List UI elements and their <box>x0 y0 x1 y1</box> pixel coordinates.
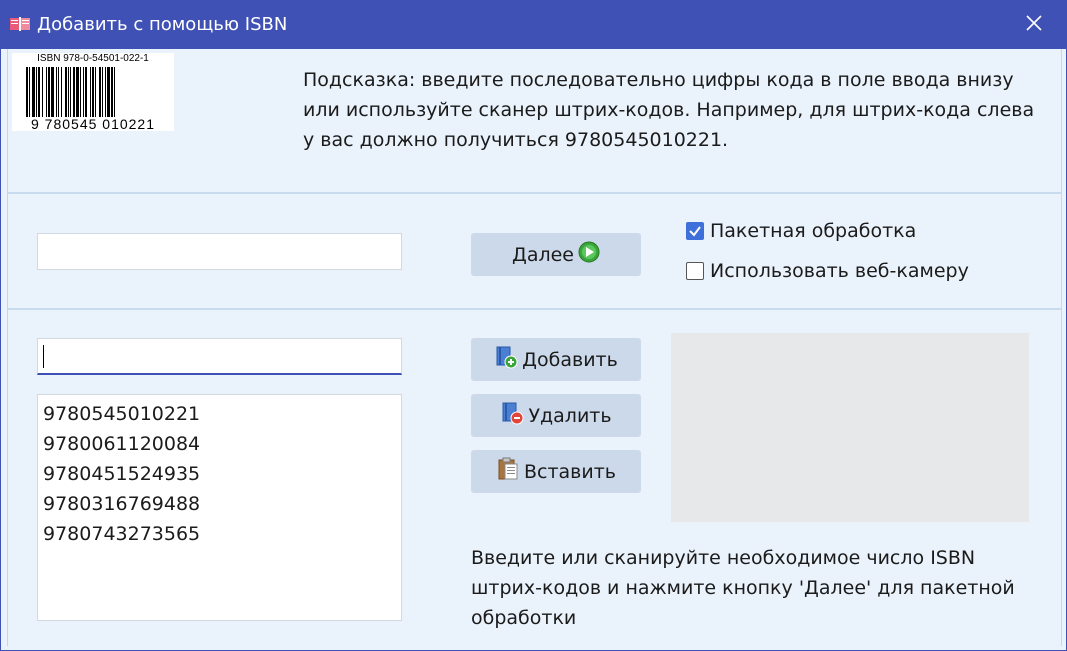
checkmark-icon <box>689 226 701 237</box>
barcode-digits: 9 780545 010221 <box>31 116 155 132</box>
batch-processing-checkbox[interactable] <box>686 222 704 240</box>
divider-middle <box>8 308 1061 310</box>
list-item[interactable]: 9780743273565 <box>43 519 396 549</box>
delete-button-label: Удалить <box>528 404 612 427</box>
paste-button-label: Вставить <box>523 460 616 483</box>
batch-processing-checkbox-row[interactable]: Пакетная обработка <box>686 220 916 242</box>
play-circle-icon <box>578 241 600 268</box>
batch-info-text: Введите или сканируйте необходимое число… <box>471 547 1015 629</box>
list-item[interactable]: 9780451524935 <box>43 459 396 489</box>
barcode-isbn-text: ISBN 978-0-54501-022-1 <box>37 53 149 64</box>
clipboard-icon <box>496 457 520 486</box>
list-item[interactable]: 9780545010221 <box>43 399 396 429</box>
window-title: Добавить с помощью ISBN <box>37 14 288 35</box>
books-icon <box>9 15 31 33</box>
isbn-dialog-window: Добавить с помощью ISBN ISBN 978-0-54501… <box>0 0 1067 651</box>
title-bar: Добавить с помощью ISBN <box>1 1 1066 49</box>
batch-processing-label: Пакетная обработка <box>710 220 917 242</box>
text-caret <box>43 345 44 368</box>
paste-button[interactable]: Вставить <box>471 450 641 493</box>
camera-preview-area <box>671 333 1029 522</box>
webcam-checkbox[interactable] <box>686 262 704 280</box>
next-button-label: Далее <box>511 243 574 266</box>
hint-text: Подсказка: введите последовательно цифры… <box>303 69 1035 151</box>
barcode-bars <box>26 67 115 117</box>
next-button[interactable]: Далее <box>471 233 641 276</box>
list-item[interactable]: 9780316769488 <box>43 489 396 519</box>
add-button-label: Добавить <box>522 348 618 371</box>
delete-button[interactable]: Удалить <box>471 394 641 437</box>
webcam-label: Использовать веб-камеру <box>710 260 969 282</box>
isbn-input[interactable] <box>37 233 402 270</box>
book-remove-icon <box>500 401 524 430</box>
batch-isbn-input[interactable] <box>37 338 402 375</box>
isbn-list[interactable]: 9780545010221 9780061120084 978045152493… <box>37 394 402 621</box>
close-button[interactable] <box>1002 1 1066 49</box>
webcam-checkbox-row[interactable]: Использовать веб-камеру <box>686 260 969 282</box>
book-add-icon <box>494 345 518 374</box>
list-item[interactable]: 9780061120084 <box>43 429 396 459</box>
divider-top <box>8 192 1061 194</box>
add-button[interactable]: Добавить <box>471 338 641 381</box>
close-icon <box>1026 15 1042 35</box>
dialog-content: ISBN 978-0-54501-022-1 9 780545 010221 П… <box>7 49 1062 646</box>
sample-barcode: ISBN 978-0-54501-022-1 9 780545 010221 <box>12 53 174 131</box>
